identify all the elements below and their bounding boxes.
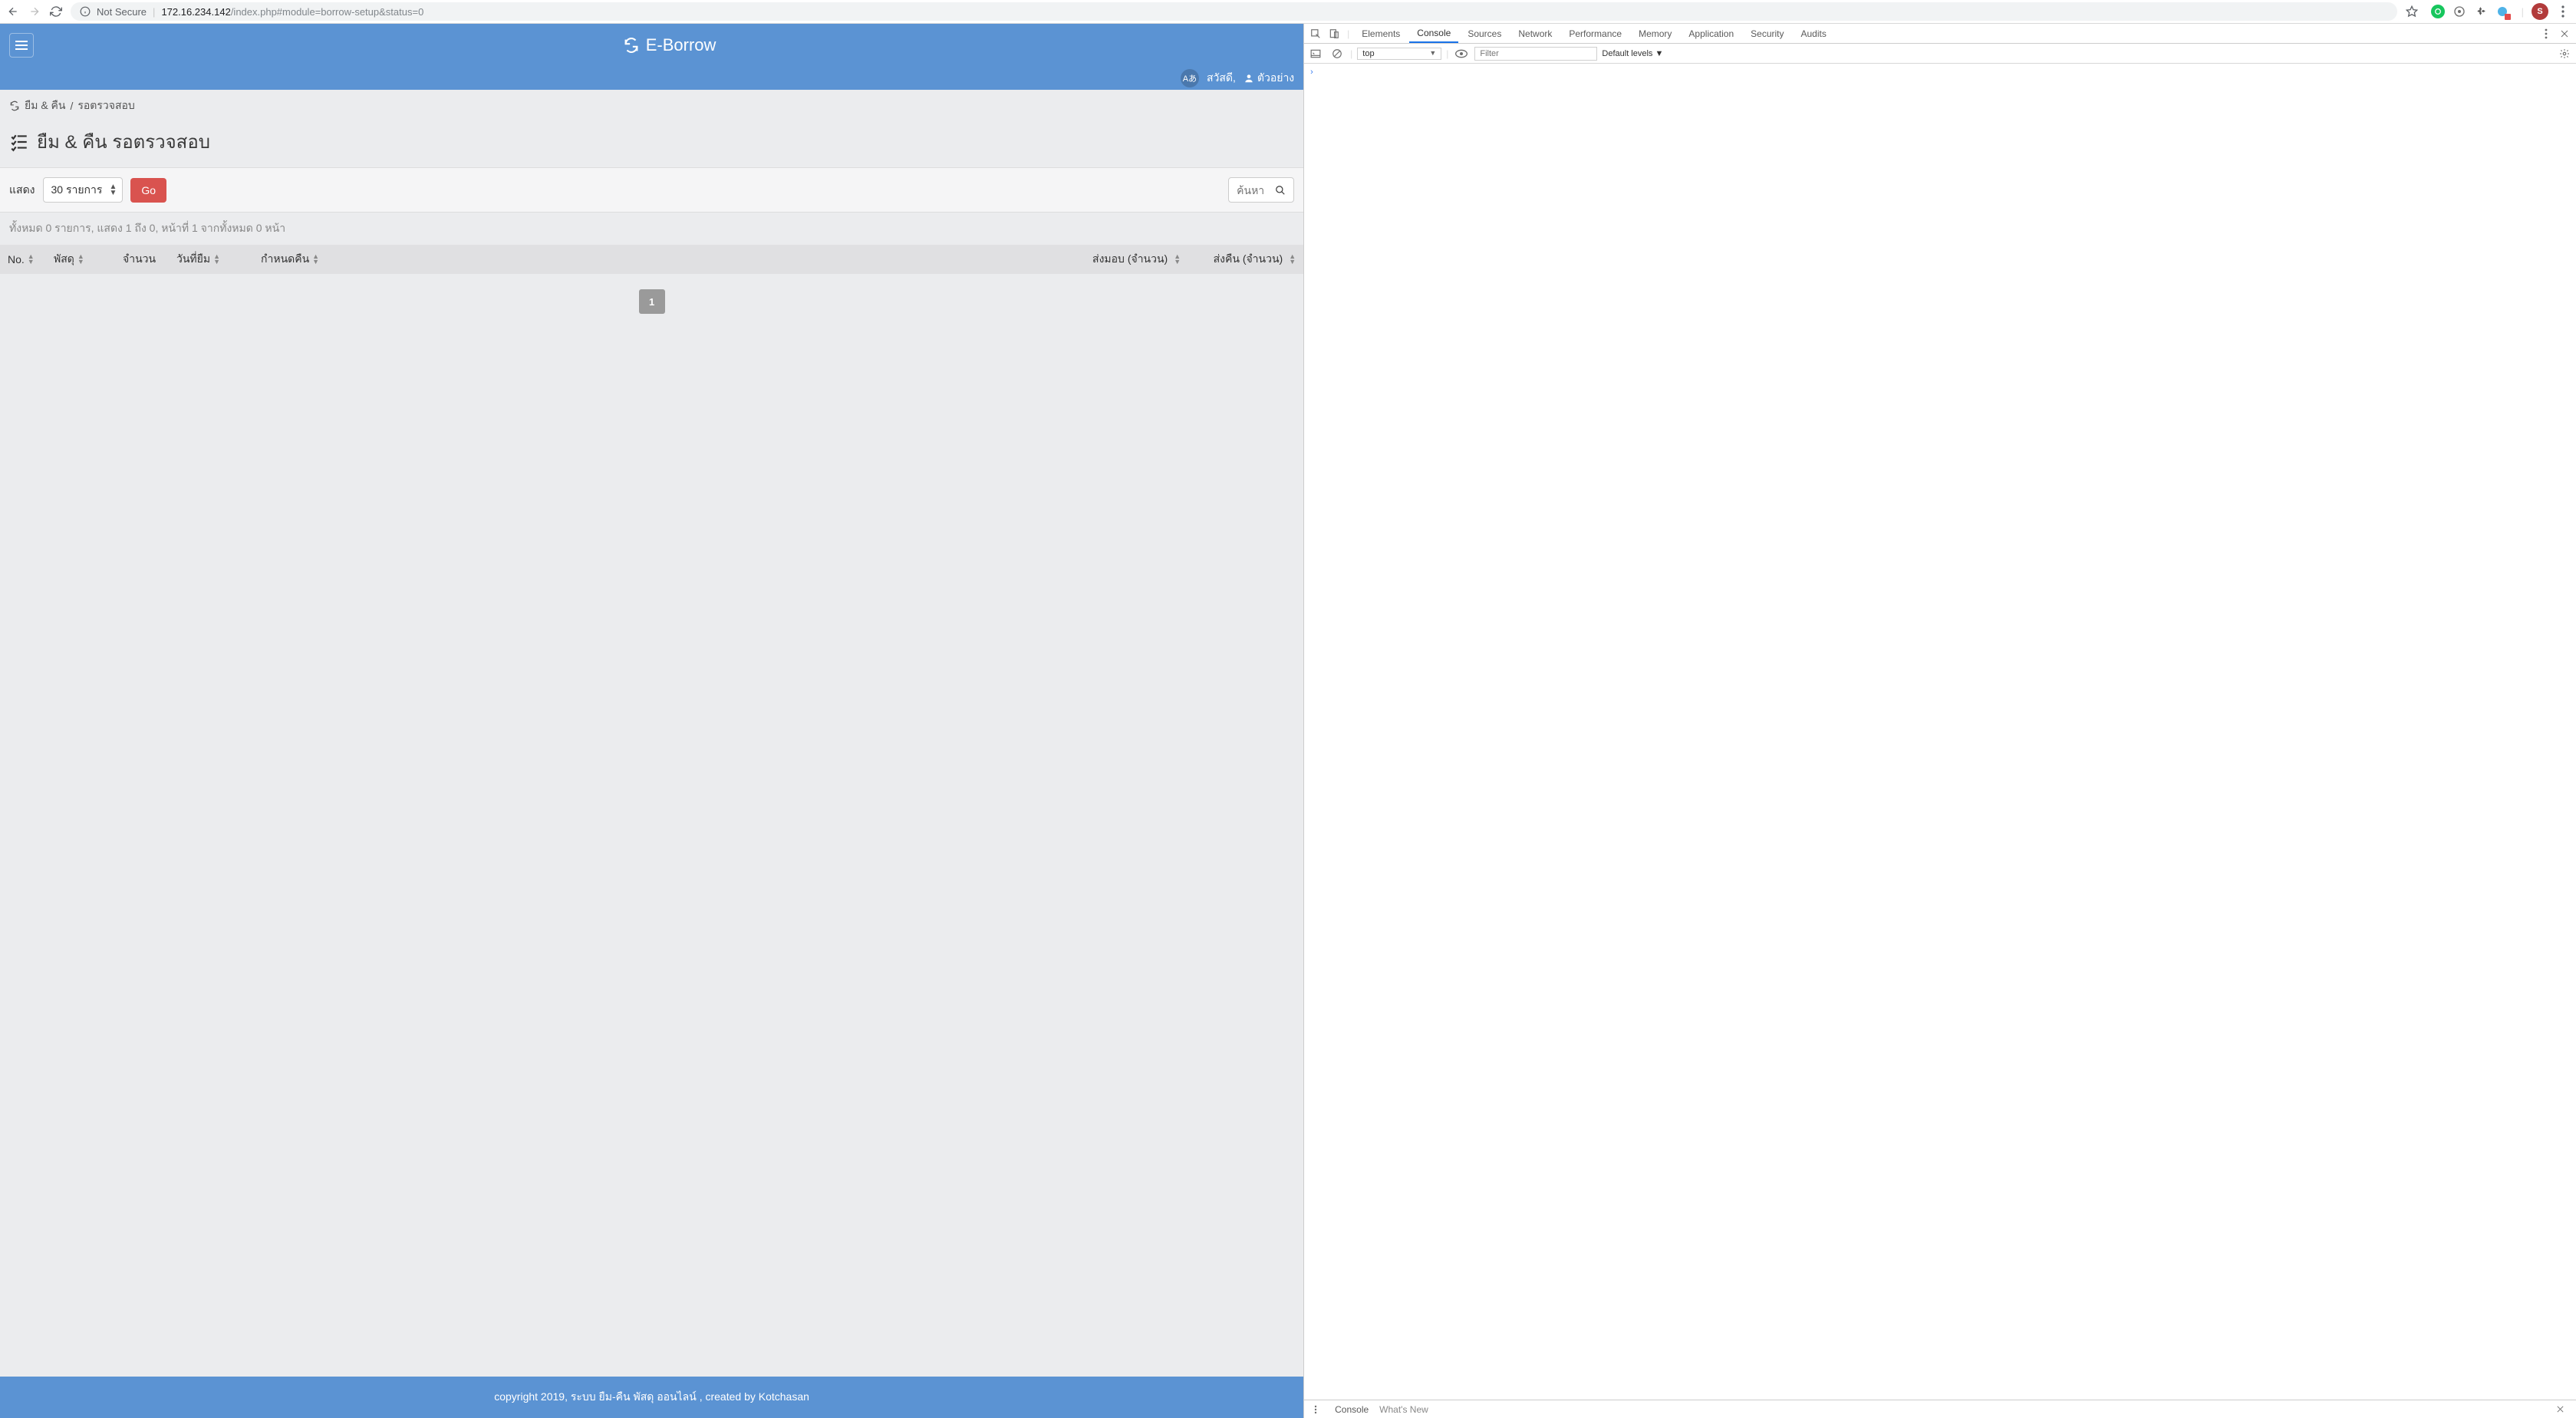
go-button[interactable]: Go xyxy=(130,178,166,203)
page-title: ยืม & คืน รอตรวจสอบ xyxy=(0,122,1303,167)
toggle-drawer-icon[interactable] xyxy=(1307,49,1324,58)
table-header: No.▲▼ พัสดุ▲▼ จำนวน วันที่ยืม▲▼ กำหนดคืน… xyxy=(0,245,1303,274)
extension-icon[interactable] xyxy=(2495,5,2509,18)
breadcrumb-current: รอตรวจสอบ xyxy=(77,97,134,114)
app-title: E-Borrow xyxy=(44,35,1294,55)
address-bar[interactable]: Not Secure | 172.16.234.142/index.php#mo… xyxy=(71,2,2397,21)
browser-menu-icon[interactable] xyxy=(2556,5,2570,18)
context-select[interactable]: top▼ xyxy=(1357,48,1441,60)
list-status: ทั้งหมด 0 รายการ, แสดง 1 ถึง 0, หน้าที่ … xyxy=(0,213,1303,245)
url-path: /index.php#module=borrow-setup&status=0 xyxy=(231,6,424,18)
tab-performance[interactable]: Performance xyxy=(1561,24,1629,43)
tab-sources[interactable]: Sources xyxy=(1460,24,1509,43)
col-due-date[interactable]: กำหนดคืน▲▼ xyxy=(261,251,353,268)
list-toolbar: แสดง 30 รายการ ▲▼ Go xyxy=(0,167,1303,213)
device-toggle-icon[interactable] xyxy=(1326,28,1342,39)
user-menu[interactable]: ตัวอย่าง xyxy=(1244,70,1294,87)
log-levels-select[interactable]: Default levels ▼ xyxy=(1602,49,1663,58)
checklist-icon xyxy=(9,132,29,152)
inspect-icon[interactable] xyxy=(1307,28,1324,39)
drawer-tab-console[interactable]: Console xyxy=(1335,1404,1369,1415)
tab-application[interactable]: Application xyxy=(1681,24,1741,43)
devtools-menu-icon[interactable] xyxy=(2538,28,2555,39)
col-qty: จำนวน xyxy=(123,251,176,268)
refresh-icon xyxy=(9,101,20,111)
devtools-tabs: | Elements Console Sources Network Perfo… xyxy=(1304,24,2576,44)
col-asset[interactable]: พัสดุ▲▼ xyxy=(54,251,123,268)
info-icon xyxy=(80,6,91,17)
settings-icon[interactable] xyxy=(2556,48,2573,59)
tab-network[interactable]: Network xyxy=(1510,24,1560,43)
extension-icon[interactable] xyxy=(2431,5,2445,18)
live-expression-icon[interactable] xyxy=(1453,49,1470,58)
tab-audits[interactable]: Audits xyxy=(1794,24,1834,43)
app-pane: E-Borrow Aあ สวัสดี, ตัวอย่าง ยืม & คืน /… xyxy=(0,24,1303,1418)
show-label: แสดง xyxy=(9,182,35,199)
col-delivered[interactable]: ส่งมอบ (จำนวน)▲▼ xyxy=(353,251,1181,268)
pagination: 1 xyxy=(0,274,1303,1377)
bookmark-star-icon[interactable] xyxy=(2405,5,2419,18)
tab-memory[interactable]: Memory xyxy=(1631,24,1679,43)
search-icon xyxy=(1275,185,1286,196)
profile-avatar[interactable]: S xyxy=(2532,3,2548,20)
tab-elements[interactable]: Elements xyxy=(1354,24,1408,43)
reload-button[interactable] xyxy=(49,5,63,18)
menu-toggle-button[interactable] xyxy=(9,33,34,58)
devtools-drawer: Console What's New xyxy=(1304,1400,2576,1418)
extension-icon[interactable] xyxy=(2474,5,2488,18)
tab-console[interactable]: Console xyxy=(1409,24,1458,43)
url-host: 172.16.234.142 xyxy=(161,6,230,18)
console-toolbar: | top▼ | Default levels ▼ xyxy=(1304,44,2576,64)
breadcrumb-root[interactable]: ยืม & คืน xyxy=(25,97,65,114)
forward-button[interactable] xyxy=(28,5,41,18)
back-button[interactable] xyxy=(6,5,20,18)
app-footer: copyright 2019, ระบบ ยืม-คืน พัสดุ ออนไล… xyxy=(0,1377,1303,1418)
extension-icon[interactable] xyxy=(2452,5,2466,18)
col-returned[interactable]: ส่งคืน (จำนวน)▲▼ xyxy=(1181,251,1296,268)
greeting-text: สวัสดี, xyxy=(1207,70,1236,87)
app-header: E-Borrow Aあ สวัสดี, ตัวอย่าง xyxy=(0,24,1303,90)
refresh-icon xyxy=(623,37,640,54)
devtools-pane: | Elements Console Sources Network Perfo… xyxy=(1303,24,2576,1418)
close-icon[interactable] xyxy=(2556,29,2573,38)
console-prompt: › xyxy=(1310,68,1313,77)
page-button[interactable]: 1 xyxy=(639,289,665,314)
col-no[interactable]: No.▲▼ xyxy=(8,251,54,268)
language-button[interactable]: Aあ xyxy=(1181,69,1199,87)
tab-security[interactable]: Security xyxy=(1743,24,1791,43)
user-icon xyxy=(1244,73,1254,84)
breadcrumb: ยืม & คืน / รอตรวจสอบ xyxy=(0,90,1303,122)
close-icon[interactable] xyxy=(2551,1405,2568,1413)
clear-console-icon[interactable] xyxy=(1329,48,1346,59)
filter-input[interactable] xyxy=(1474,47,1597,61)
not-secure-label: Not Secure xyxy=(97,6,147,18)
search-input[interactable] xyxy=(1228,177,1294,203)
per-page-select[interactable]: 30 รายการ ▲▼ xyxy=(43,177,124,203)
drawer-menu-icon[interactable] xyxy=(1307,1405,1324,1414)
extensions xyxy=(2426,5,2514,18)
col-borrow-date[interactable]: วันที่ยืม▲▼ xyxy=(176,251,261,268)
drawer-tab-whats-new[interactable]: What's New xyxy=(1379,1404,1428,1415)
browser-toolbar: Not Secure | 172.16.234.142/index.php#mo… xyxy=(0,0,2576,24)
console-body[interactable]: › xyxy=(1304,64,2576,1400)
